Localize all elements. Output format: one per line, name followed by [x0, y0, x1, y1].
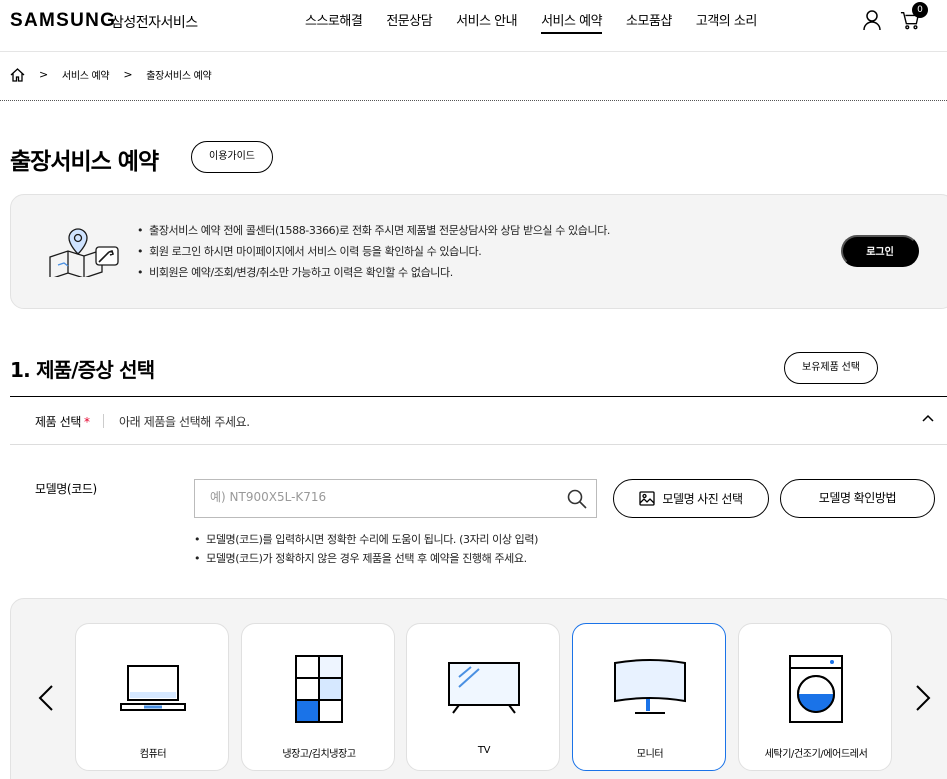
- category-label: TV: [477, 745, 491, 756]
- search-icon[interactable]: [567, 489, 587, 509]
- category-label: 모니터: [636, 749, 664, 760]
- product-select-label: 제품 선택 *: [35, 413, 90, 430]
- breadcrumb-item-visit-booking[interactable]: 출장서비스 예약: [146, 67, 211, 82]
- label-divider: [103, 414, 104, 428]
- model-code-field: [194, 479, 597, 518]
- notice-item: 회원 로그인 하시면 마이페이지에서 서비스 이력 등을 확인하실 수 있습니다…: [137, 243, 610, 259]
- notice-box: 출장서비스 예약 전에 콜센터(1588-3366)로 전화 주시면 제품별 전…: [10, 194, 947, 309]
- nav-item-self-help[interactable]: 스스로해결: [305, 10, 363, 34]
- refrigerator-icon: [295, 655, 343, 723]
- notice-item: 비회원은 예약/조회/변경/취소만 가능하고 이력은 확인할 수 없습니다.: [137, 264, 610, 280]
- monitor-icon: [614, 659, 686, 714]
- model-photo-select-label: 모델명 사진 선택: [662, 492, 743, 506]
- notice-list: 출장서비스 예약 전에 콜센터(1588-3366)로 전화 주시면 제품별 전…: [137, 222, 610, 285]
- notice-item: 출장서비스 예약 전에 콜센터(1588-3366)로 전화 주시면 제품별 전…: [137, 222, 610, 238]
- category-card-monitor[interactable]: 모니터: [572, 623, 726, 771]
- image-icon: [639, 491, 655, 506]
- usage-guide-button[interactable]: 이용가이드: [191, 141, 273, 173]
- model-code-input[interactable]: [210, 490, 550, 504]
- page-title: 출장서비스 예약: [10, 149, 159, 175]
- header: SAMSUNG 삼성전자서비스 스스로해결 전문상담 서비스 안내 서비스 예약…: [0, 0, 947, 52]
- model-code-label: 모델명(코드): [35, 482, 97, 496]
- nav-item-service-info[interactable]: 서비스 안내: [456, 10, 517, 34]
- category-label: 냉장고/김치냉장고: [282, 749, 356, 760]
- breadcrumb: > 서비스 예약 > 출장서비스 예약: [10, 67, 947, 82]
- washer-icon: [789, 655, 843, 723]
- category-card-refrigerator[interactable]: 냉장고/김치냉장고: [241, 623, 395, 771]
- chevron-right-icon[interactable]: [915, 685, 931, 711]
- main-nav: 스스로해결 전문상담 서비스 안내 서비스 예약 소모품샵 고객의 소리: [305, 10, 781, 34]
- chevron-left-icon[interactable]: [38, 685, 54, 711]
- nav-item-parts-shop[interactable]: 소모품샵: [626, 10, 672, 34]
- model-check-method-button[interactable]: 모델명 확인방법: [780, 479, 935, 518]
- section-title: 1. 제품/증상 선택: [10, 358, 155, 382]
- breadcrumb-separator-icon: >: [123, 68, 133, 81]
- nav-item-service-booking[interactable]: 서비스 예약: [541, 10, 603, 34]
- divider: [0, 100, 947, 101]
- home-icon[interactable]: [10, 67, 25, 82]
- cart-count-badge: 0: [912, 2, 928, 18]
- tv-icon: [448, 662, 520, 714]
- owned-product-select-button[interactable]: 보유제품 선택: [784, 352, 878, 384]
- laptop-icon: [120, 665, 186, 711]
- category-card-tv[interactable]: TV: [406, 623, 560, 771]
- category-card-washer[interactable]: 세탁기/건조기/에어드레서: [738, 623, 892, 771]
- service-map-illustration-icon: [49, 228, 119, 277]
- model-photo-select-button[interactable]: 모델명 사진 선택: [613, 479, 769, 518]
- product-select-accordion[interactable]: 제품 선택 * 아래 제품을 선택해 주세요.: [10, 397, 947, 445]
- logo-subtitle[interactable]: 삼성전자서비스: [111, 12, 198, 32]
- breadcrumb-item-service-booking[interactable]: 서비스 예약: [62, 67, 110, 82]
- model-note: 모델명(코드)를 입력하시면 정확한 수리에 도움이 됩니다. (3자리 이상 …: [194, 531, 538, 547]
- category-card-computer[interactable]: 컴퓨터: [75, 623, 229, 771]
- samsung-logo[interactable]: SAMSUNG: [10, 10, 116, 32]
- model-notes: 모델명(코드)를 입력하시면 정확한 수리에 도움이 됩니다. (3자리 이상 …: [194, 531, 538, 569]
- user-icon[interactable]: [862, 9, 882, 31]
- category-label: 컴퓨터: [139, 749, 167, 760]
- login-button[interactable]: 로그인: [841, 235, 919, 267]
- chevron-up-icon[interactable]: [922, 414, 934, 422]
- nav-item-consult[interactable]: 전문상담: [386, 10, 432, 34]
- product-select-label-text: 제품 선택: [35, 415, 81, 429]
- required-mark: *: [83, 415, 90, 429]
- breadcrumb-separator-icon: >: [39, 68, 48, 81]
- category-label: 세탁기/건조기/에어드레서: [764, 749, 868, 760]
- model-note: 모델명(코드)가 정확하지 않은 경우 제품을 선택 후 예약을 진행해 주세요…: [194, 550, 538, 566]
- product-select-hint: 아래 제품을 선택해 주세요.: [119, 415, 250, 429]
- nav-item-customer-voice[interactable]: 고객의 소리: [696, 10, 757, 34]
